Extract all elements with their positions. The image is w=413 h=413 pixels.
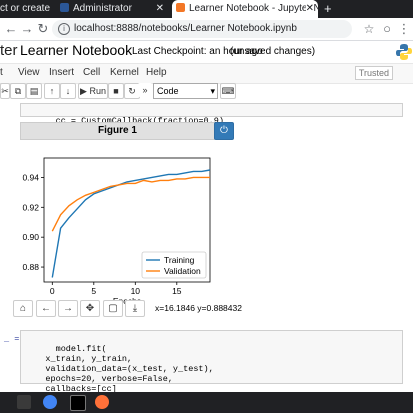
browser-tab-active[interactable]: Learner Notebook - Jupyter No ✕ xyxy=(172,0,318,18)
notebook-toolbar: ✂ ⧉ ▤ ↑ ↓ ▶ Run ■ ↻ » Code ▾ ⌨ xyxy=(0,83,413,99)
tab-title: ct or create a xyxy=(0,3,52,14)
file-explorer-icon[interactable] xyxy=(17,395,31,409)
close-figure-button[interactable]: ⏻ xyxy=(214,122,234,140)
menu-kernel[interactable]: Kernel xyxy=(110,67,139,78)
notebook-title[interactable]: Learner Notebook xyxy=(20,42,132,58)
menu-insert[interactable]: Insert xyxy=(49,67,74,78)
cell-type-value: Code xyxy=(157,86,179,96)
browser-toolbar: ← → ↻ i localhost:8888/notebooks/Learner… xyxy=(0,18,413,41)
move-up-button[interactable]: ↑ xyxy=(44,83,60,99)
cell-code[interactable]: model.fit( x_train, y_train, validation_… xyxy=(25,344,213,394)
menubar: t View Insert Cell Kernel Help Trusted xyxy=(0,63,413,84)
notebook-area: cc = CustomCallback(fraction=0.9) Figure… xyxy=(0,100,413,394)
trusted-badge[interactable]: Trusted xyxy=(354,66,393,80)
address-bar[interactable]: i localhost:8888/notebooks/Learner Noteb… xyxy=(52,20,352,38)
play-icon: ▶ xyxy=(80,86,87,96)
forward-icon[interactable]: → xyxy=(58,300,78,317)
run-button[interactable]: ▶ Run xyxy=(78,83,108,99)
move-icon[interactable]: ✥ xyxy=(80,300,100,317)
line-chart: 0.880.900.920.94051015EpochsTrainingVali… xyxy=(22,157,211,306)
save-state-text: (unsaved changes) xyxy=(230,46,316,57)
paste-button[interactable]: ▤ xyxy=(26,83,42,99)
jupyter-favicon-icon xyxy=(176,3,185,12)
menu-help[interactable]: Help xyxy=(146,67,167,78)
tab-title: Administrator xyxy=(73,3,132,14)
menu-icon[interactable]: ⋮ xyxy=(395,20,413,38)
zoom-icon[interactable]: ▢ xyxy=(103,300,123,317)
windows-taskbar xyxy=(0,392,413,413)
y-tick-label: 0.90 xyxy=(22,232,39,242)
cell-prompt: _ = xyxy=(4,334,20,344)
code-cell[interactable]: _ = model.fit( x_train, y_train, validat… xyxy=(4,330,413,394)
x-tick-label: 15 xyxy=(172,286,182,296)
save-icon[interactable]: ⤓ xyxy=(125,300,145,317)
legend-label: Training xyxy=(164,255,195,265)
jupyter-header: ter Learner Notebook Last Checkpoint: an… xyxy=(0,41,413,63)
x-tick-label: 0 xyxy=(50,286,55,296)
cell-type-select[interactable]: Code ▾ xyxy=(153,83,218,99)
chrome-icon[interactable] xyxy=(43,395,57,409)
close-tab-icon[interactable]: ✕ xyxy=(156,0,164,18)
browser-tab-strip: ct or create a Administrator ✕ Learner N… xyxy=(0,0,413,18)
tab-favicon-icon xyxy=(60,3,69,12)
tab-title: Learner Notebook - Jupyter No xyxy=(189,3,318,14)
chevron-down-icon: ▾ xyxy=(210,86,215,96)
x-tick-label: 5 xyxy=(91,286,96,296)
stop-button[interactable]: ■ xyxy=(108,83,124,99)
figure-output: Figure 1 ⏻ 0.880.900.920.94051015EpochsT… xyxy=(8,100,413,340)
browser-tab[interactable]: ct or create a xyxy=(0,0,52,18)
legend-label: Validation xyxy=(164,266,201,276)
address-url: localhost:8888/notebooks/Learner Noteboo… xyxy=(74,23,297,34)
y-tick-label: 0.94 xyxy=(22,172,39,182)
menu-view[interactable]: View xyxy=(18,67,40,78)
browser-tab[interactable]: Administrator ✕ xyxy=(60,0,168,18)
x-tick-label: 10 xyxy=(131,286,141,296)
new-tab-button[interactable]: + xyxy=(324,0,338,18)
info-icon[interactable]: i xyxy=(58,23,70,35)
home-icon[interactable]: ⌂ xyxy=(13,300,33,317)
y-tick-label: 0.92 xyxy=(22,202,39,212)
copy-button[interactable]: ⧉ xyxy=(10,83,26,99)
close-tab-icon[interactable]: ✕ xyxy=(305,0,314,18)
menu-edit[interactable]: t xyxy=(0,67,3,78)
reload-icon[interactable]: ↻ xyxy=(34,20,52,38)
menu-cell[interactable]: Cell xyxy=(83,67,100,78)
cursor-coordinates: x=16.1846 y=0.888432 xyxy=(155,303,242,313)
y-tick-label: 0.88 xyxy=(22,262,39,272)
python-logo-icon xyxy=(396,44,412,60)
figure-title: Figure 1 xyxy=(20,122,215,140)
terminal-icon[interactable] xyxy=(70,395,86,411)
bookmark-star-icon[interactable]: ☆ xyxy=(360,20,378,38)
move-down-button[interactable]: ↓ xyxy=(60,83,76,99)
back-icon[interactable]: ← xyxy=(36,300,56,317)
profile-icon[interactable]: ○ xyxy=(378,20,396,38)
firefox-icon[interactable] xyxy=(95,395,109,409)
cut-button[interactable]: ✂ xyxy=(0,83,10,99)
keyboard-icon[interactable]: ⌨ xyxy=(220,83,236,99)
fast-forward-button[interactable]: » xyxy=(138,83,152,97)
jupyter-logo-text[interactable]: ter xyxy=(0,42,18,59)
run-button-label: Run xyxy=(89,86,106,96)
